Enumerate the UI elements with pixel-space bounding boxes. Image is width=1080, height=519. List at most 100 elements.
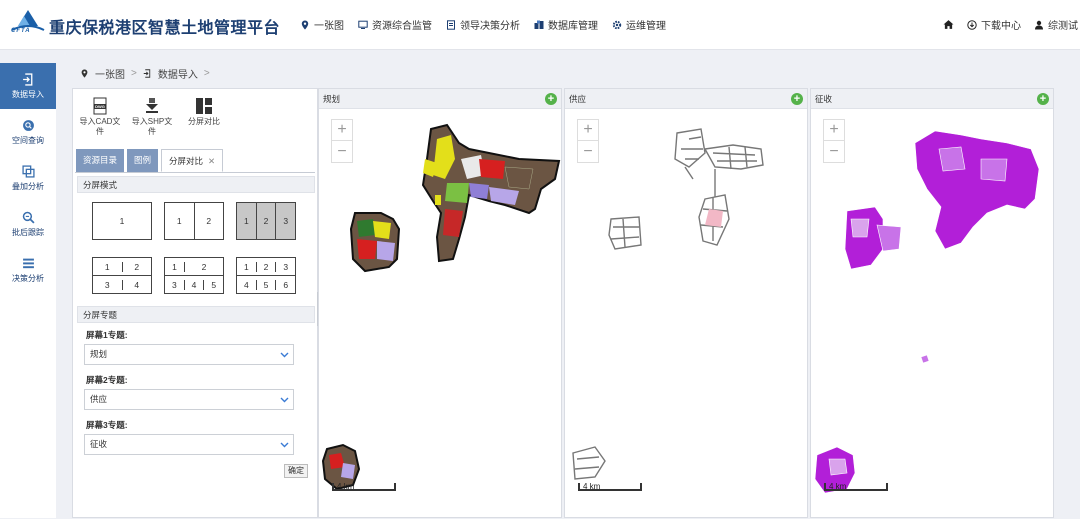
app-title: 重庆保税港区智慧土地管理平台 xyxy=(49,20,281,37)
gear-icon xyxy=(612,20,622,29)
shp-download-icon xyxy=(146,98,158,113)
download-center-link[interactable]: 下载中心 xyxy=(967,17,1021,32)
layout-row: 456 xyxy=(237,276,295,293)
acquisition-map-canvas[interactable] xyxy=(811,109,1055,519)
layout-row: 123 xyxy=(237,258,295,276)
layout-option-4[interactable]: 12 34 xyxy=(92,257,152,294)
top-right-tools: 下载中心 综测试 xyxy=(943,17,1078,32)
map-window-planning: 规划 + + − 4 km xyxy=(318,88,562,518)
select-value: 规划 xyxy=(90,349,108,359)
add-layer-icon[interactable]: + xyxy=(791,93,803,105)
close-icon[interactable]: ✕ xyxy=(208,156,215,166)
import-shp-button[interactable]: 导入SHP文件 xyxy=(131,97,173,137)
layout-cell: 1 xyxy=(165,261,185,272)
split-screen-icon xyxy=(196,98,212,114)
sidebar-item-label: 空间查询 xyxy=(12,135,44,145)
sidebar-item-overlay-analysis[interactable]: 叠加分析 xyxy=(0,155,56,201)
tool-label: 分屏对比 xyxy=(188,117,220,126)
nav-item-resource-monitor[interactable]: 资源综合监管 xyxy=(358,17,432,32)
layout-option-5[interactable]: 12 345 xyxy=(164,257,224,294)
tab-legend[interactable]: 图例 xyxy=(127,149,159,172)
confirm-button[interactable]: 确定 xyxy=(284,464,308,478)
nav-item-one-map[interactable]: 一张图 xyxy=(300,17,344,32)
map-title: 规划 xyxy=(323,94,341,104)
sidebar: 数据导入 空间查询 叠加分析 批后跟踪 决策分析 xyxy=(0,63,56,518)
supply-map-canvas[interactable] xyxy=(565,109,809,519)
sidebar-item-data-import[interactable]: 数据导入 xyxy=(0,63,56,109)
sidebar-item-label: 决策分析 xyxy=(12,273,44,283)
layout-cell: 1 xyxy=(165,203,195,239)
layout-cell: 4 xyxy=(237,279,257,290)
select-value: 征收 xyxy=(90,439,108,449)
acquisition-map-polygons xyxy=(814,130,1040,494)
screen1-select[interactable]: 规划 xyxy=(84,344,294,365)
main-nav: 一张图 资源综合监管 领导决策分析 数据库管理 运维管理 xyxy=(300,17,666,32)
nav-item-label: 领导决策分析 xyxy=(460,21,520,32)
add-layer-icon[interactable]: + xyxy=(1037,93,1049,105)
layout-cell: 4 xyxy=(185,279,205,290)
download-icon xyxy=(967,19,977,30)
document-icon xyxy=(447,19,455,30)
planning-map-polygons xyxy=(321,123,561,491)
map-window-supply: 供应 + + − 4 km xyxy=(564,88,808,518)
monitor-icon xyxy=(358,20,368,29)
logo-text: CFTA xyxy=(11,28,31,34)
layout-cell: 3 xyxy=(283,216,289,226)
split-topic-header: 分屏专题 xyxy=(77,306,315,323)
select-value: 供应 xyxy=(90,394,108,404)
supply-map-polygons xyxy=(572,128,764,480)
layout-cell: 2 xyxy=(206,216,212,226)
add-layer-icon[interactable]: + xyxy=(545,93,557,105)
sidebar-item-post-approval-tracking[interactable]: 批后跟踪 xyxy=(0,201,56,247)
home-icon[interactable] xyxy=(943,19,954,30)
layout-option-1[interactable]: 1 xyxy=(92,202,152,240)
breadcrumb-home[interactable]: 一张图 xyxy=(95,66,125,81)
nav-item-decision-analysis[interactable]: 领导决策分析 xyxy=(446,17,520,32)
layout-row: 12 xyxy=(93,258,151,276)
layout-cell: 5 xyxy=(257,279,277,290)
layout-cell: 4 xyxy=(134,279,140,290)
map-header: 征收 + xyxy=(811,89,1053,109)
breadcrumb: 一张图 > 数据导入 > xyxy=(80,66,210,81)
breadcrumb-separator: > xyxy=(131,68,137,79)
sidebar-item-label: 数据导入 xyxy=(12,89,44,99)
database-icon xyxy=(534,20,544,29)
user-menu[interactable]: 综测试 xyxy=(1034,17,1078,32)
layout-option-2[interactable]: 1 2 xyxy=(164,202,224,240)
screen2-select[interactable]: 供应 xyxy=(84,389,294,410)
list-icon xyxy=(22,258,34,268)
scale-bar: 4 km xyxy=(332,483,396,491)
left-panel: DWG 导入CAD文件 导入SHP文件 分屏对比 资源目录 图例 分屏对比 ✕ 分… xyxy=(72,88,318,518)
planning-map-canvas[interactable] xyxy=(319,109,563,519)
chevron-down-icon xyxy=(280,397,289,403)
nav-item-ops[interactable]: 运维管理 xyxy=(612,17,666,32)
layout-cell: 3 xyxy=(93,279,123,290)
breadcrumb-current: 数据导入 xyxy=(157,70,198,81)
layout-cell: 5 xyxy=(211,279,217,290)
import-cad-button[interactable]: DWG 导入CAD文件 xyxy=(79,97,121,137)
nav-item-database[interactable]: 数据库管理 xyxy=(534,17,598,32)
tab-split-compare[interactable]: 分屏对比 ✕ xyxy=(161,149,224,172)
import-icon xyxy=(22,72,32,86)
layout-option-6[interactable]: 123 456 xyxy=(236,257,296,294)
tab-resource-catalog[interactable]: 资源目录 xyxy=(76,149,125,172)
sidebar-item-spatial-query[interactable]: 空间查询 xyxy=(0,109,56,155)
sidebar-item-label: 批后跟踪 xyxy=(12,227,44,237)
svg-text:DWG: DWG xyxy=(95,104,105,109)
tab-label: 分屏对比 xyxy=(169,156,204,166)
sidebar-item-decision-analysis[interactable]: 决策分析 xyxy=(0,247,56,293)
import-icon xyxy=(143,69,151,78)
layout-option-3[interactable]: 1 2 3 xyxy=(236,202,296,240)
layout-cell: 1 xyxy=(93,261,123,272)
layout-cell: 3 xyxy=(283,261,289,272)
layout-cell: 1 xyxy=(237,203,257,239)
layout-cell: 3 xyxy=(165,279,185,290)
chevron-down-icon xyxy=(280,442,289,448)
map-header: 供应 + xyxy=(565,89,807,109)
layout-cell: 1 xyxy=(237,261,257,272)
nav-item-label: 一张图 xyxy=(314,21,344,32)
screen3-select[interactable]: 征收 xyxy=(84,434,294,455)
split-screen-button[interactable]: 分屏对比 xyxy=(183,97,225,137)
map-title: 供应 xyxy=(569,94,587,104)
location-pin-icon xyxy=(301,20,309,29)
